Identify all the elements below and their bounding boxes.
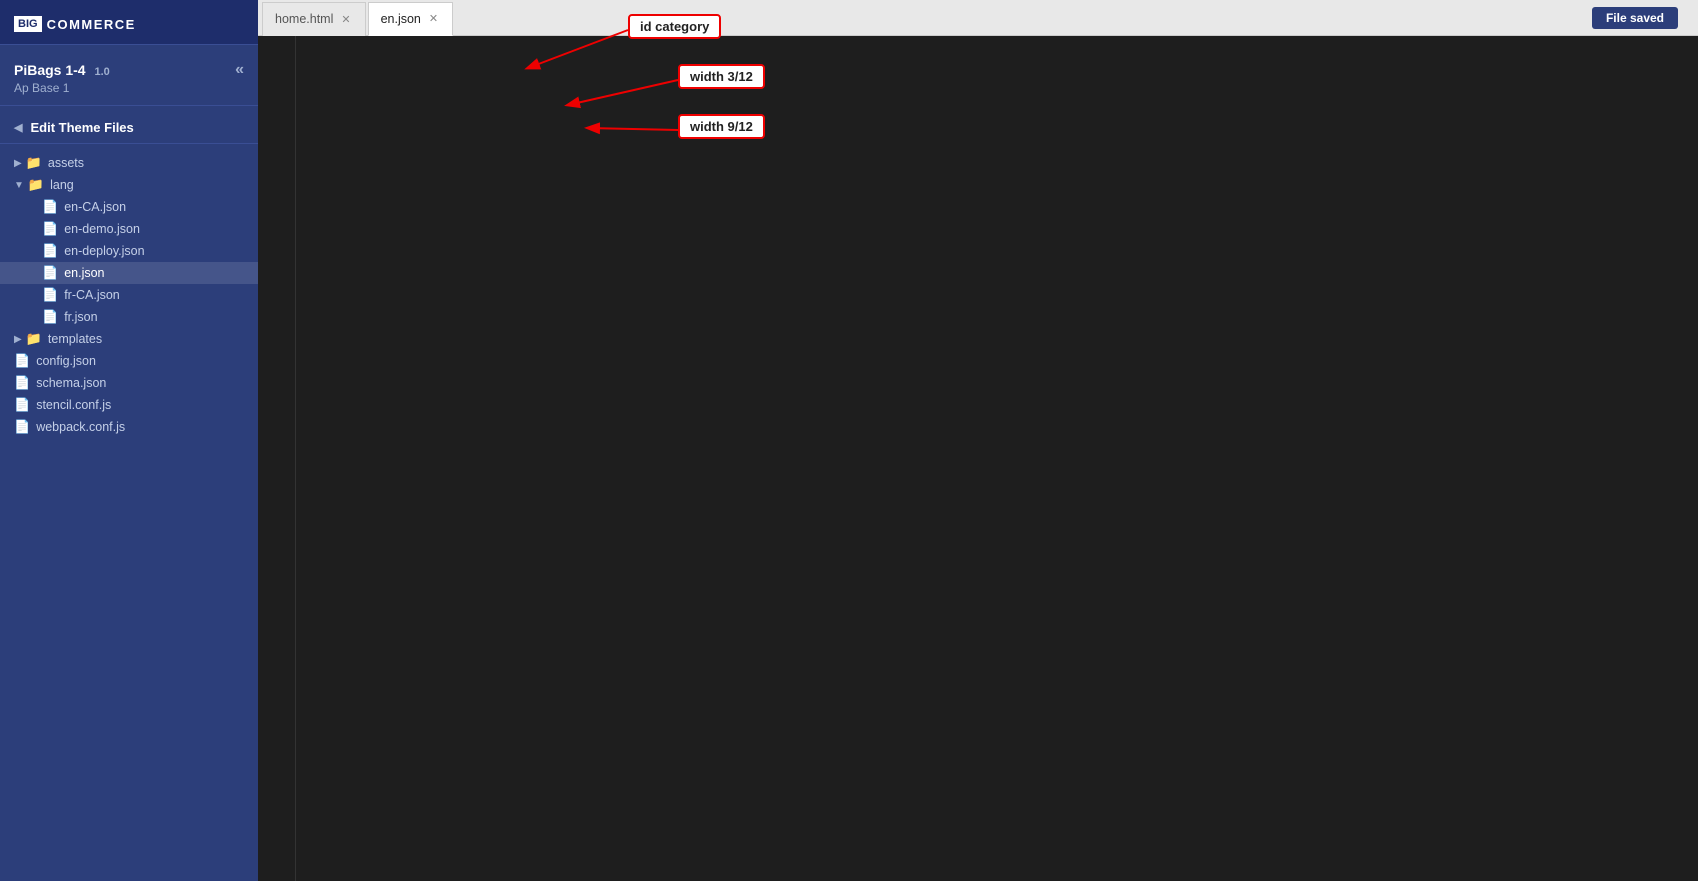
- file-icon: 📄: [42, 221, 58, 237]
- file-en-deploy-json[interactable]: 📄 en-deploy.json: [0, 240, 258, 262]
- folder-assets-label: assets: [48, 156, 84, 170]
- project-name-row: PiBags 1-4 1.0 «: [14, 61, 244, 79]
- file-en-deploy-json-label: en-deploy.json: [64, 244, 144, 258]
- file-en-demo-json-label: en-demo.json: [64, 222, 140, 236]
- file-icon: 📄: [42, 287, 58, 303]
- folder-icon: 📁: [28, 177, 44, 193]
- file-saved-badge: File saved: [1592, 7, 1678, 29]
- folder-lang[interactable]: ▼ 📁 lang: [0, 174, 258, 196]
- project-version: 1.0: [94, 66, 109, 78]
- tab-bar: home.html ✕ en.json ✕ File saved: [258, 0, 1698, 36]
- file-config-json-label: config.json: [36, 354, 96, 368]
- project-sub: Ap Base 1: [14, 81, 244, 95]
- sidebar-logo: BIG COMMERCE: [0, 0, 258, 45]
- code-editor[interactable]: [258, 36, 1698, 881]
- file-icon: 📄: [14, 419, 30, 435]
- file-icon: 📄: [14, 397, 30, 413]
- file-tree: ▶ 📁 assets ▼ 📁 lang 📄 en-CA.json 📄 en-de…: [0, 144, 258, 881]
- tab-home-html-label: home.html: [275, 12, 333, 26]
- chevron-right-icon: ▶: [14, 334, 22, 345]
- folder-assets[interactable]: ▶ 📁 assets: [0, 152, 258, 174]
- file-icon: 📄: [42, 199, 58, 215]
- folder-icon: 📁: [26, 331, 42, 347]
- file-en-json[interactable]: 📄 en.json: [0, 262, 258, 284]
- file-webpack-conf-js-label: webpack.conf.js: [36, 420, 125, 434]
- file-icon: 📄: [42, 265, 58, 281]
- chevron-down-icon: ▼: [14, 180, 24, 191]
- edit-theme-label: Edit Theme Files: [30, 120, 133, 135]
- file-fr-json[interactable]: 📄 fr.json: [0, 306, 258, 328]
- file-schema-json[interactable]: 📄 schema.json: [0, 372, 258, 394]
- collapse-button[interactable]: «: [235, 61, 244, 79]
- file-icon: 📄: [14, 375, 30, 391]
- file-stencil-conf-js[interactable]: 📄 stencil.conf.js: [0, 394, 258, 416]
- edit-theme-section: ◀ Edit Theme Files: [0, 106, 258, 144]
- tab-home-html[interactable]: home.html ✕: [262, 2, 366, 36]
- file-en-ca-json-label: en-CA.json: [64, 200, 126, 214]
- folder-icon: 📁: [26, 155, 42, 171]
- file-en-demo-json[interactable]: 📄 en-demo.json: [0, 218, 258, 240]
- file-fr-ca-json[interactable]: 📄 fr-CA.json: [0, 284, 258, 306]
- close-tab-en-json[interactable]: ✕: [429, 12, 438, 25]
- line-numbers: [258, 36, 296, 881]
- main-content: home.html ✕ en.json ✕ File saved: [258, 0, 1698, 881]
- tab-en-json-label: en.json: [381, 12, 421, 26]
- file-icon: 📄: [42, 309, 58, 325]
- logo-box: BIG: [14, 16, 42, 32]
- tab-en-json[interactable]: en.json ✕: [368, 2, 454, 36]
- file-webpack-conf-js[interactable]: 📄 webpack.conf.js: [0, 416, 258, 438]
- folder-templates[interactable]: ▶ 📁 templates: [0, 328, 258, 350]
- sidebar-project: PiBags 1-4 1.0 « Ap Base 1: [0, 45, 258, 106]
- section-arrow-icon: ◀: [14, 121, 22, 134]
- file-en-json-label: en.json: [64, 266, 104, 280]
- file-schema-json-label: schema.json: [36, 376, 106, 390]
- file-fr-json-label: fr.json: [64, 310, 97, 324]
- file-en-ca-json[interactable]: 📄 en-CA.json: [0, 196, 258, 218]
- brand-name: COMMERCE: [47, 17, 136, 32]
- sidebar: BIG COMMERCE PiBags 1-4 1.0 « Ap Base 1 …: [0, 0, 258, 881]
- edit-theme-label-row[interactable]: ◀ Edit Theme Files: [14, 120, 244, 135]
- code-content[interactable]: [296, 36, 1698, 881]
- folder-lang-label: lang: [50, 178, 74, 192]
- file-fr-ca-json-label: fr-CA.json: [64, 288, 120, 302]
- close-tab-home-html[interactable]: ✕: [341, 13, 350, 26]
- file-config-json[interactable]: 📄 config.json: [0, 350, 258, 372]
- file-icon: 📄: [42, 243, 58, 259]
- project-title: PiBags 1-4 1.0: [14, 62, 110, 78]
- chevron-right-icon: ▶: [14, 158, 22, 169]
- folder-templates-label: templates: [48, 332, 102, 346]
- file-icon: 📄: [14, 353, 30, 369]
- file-stencil-conf-js-label: stencil.conf.js: [36, 398, 111, 412]
